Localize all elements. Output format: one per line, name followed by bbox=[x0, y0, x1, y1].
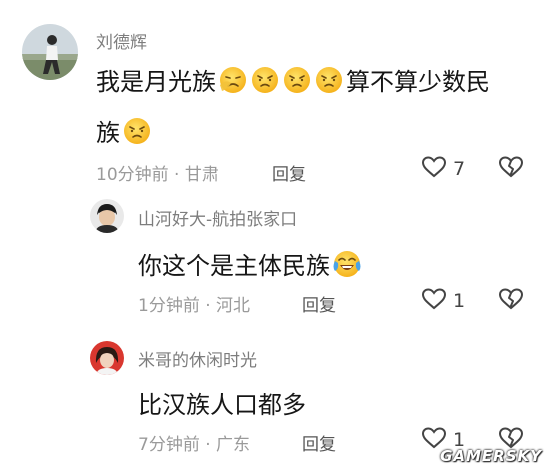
weary-face-emoji bbox=[218, 65, 248, 101]
avatar[interactable] bbox=[90, 199, 124, 233]
comment-text: 我是月光族 算不算少数民 bbox=[96, 62, 490, 101]
comment-text-part: 算不算少数民 bbox=[346, 68, 490, 96]
like-button[interactable]: 1 bbox=[421, 287, 465, 315]
reply-button[interactable]: 回复 bbox=[272, 160, 306, 185]
time-location: 1分钟前 · 河北 bbox=[138, 296, 251, 316]
dislike-button[interactable] bbox=[498, 155, 524, 183]
broken-heart-icon bbox=[498, 156, 524, 183]
username[interactable]: 山河好大-航拍张家口 bbox=[138, 205, 297, 230]
weary-face-emoji bbox=[314, 65, 344, 101]
tears-of-joy-emoji bbox=[332, 249, 362, 285]
comment-text-part: 我是月光族 bbox=[96, 68, 216, 96]
comment-text: 你这个是主体民族 bbox=[138, 246, 362, 285]
weary-face-emoji bbox=[122, 116, 152, 152]
heart-outline-icon bbox=[421, 155, 447, 183]
like-count: 1 bbox=[453, 290, 466, 312]
dislike-button[interactable] bbox=[498, 287, 524, 315]
reply-button[interactable]: 回复 bbox=[302, 430, 336, 455]
comment-text-line2: 族 bbox=[96, 113, 152, 152]
like-button[interactable]: 7 bbox=[421, 155, 465, 183]
reply-button[interactable]: 回复 bbox=[302, 291, 336, 316]
time-location: 7分钟前 · 广东 bbox=[138, 435, 251, 455]
watermark: GAMERSKY bbox=[440, 447, 542, 465]
username[interactable]: 刘德辉 bbox=[96, 28, 147, 53]
weary-face-emoji bbox=[250, 65, 280, 101]
time-location: 10分钟前 · 甘肃 bbox=[96, 165, 219, 185]
like-count: 7 bbox=[453, 158, 466, 180]
weary-face-emoji bbox=[282, 65, 312, 101]
comment-text-part: 你这个是主体民族 bbox=[138, 252, 330, 280]
broken-heart-icon bbox=[498, 288, 524, 315]
avatar[interactable] bbox=[22, 24, 78, 80]
heart-outline-icon bbox=[421, 287, 447, 315]
comment-text-part: 族 bbox=[96, 119, 120, 147]
avatar[interactable] bbox=[90, 341, 124, 375]
username[interactable]: 米哥的休闲时光 bbox=[138, 346, 257, 371]
comment-text: 比汉族人口都多 bbox=[138, 391, 306, 419]
